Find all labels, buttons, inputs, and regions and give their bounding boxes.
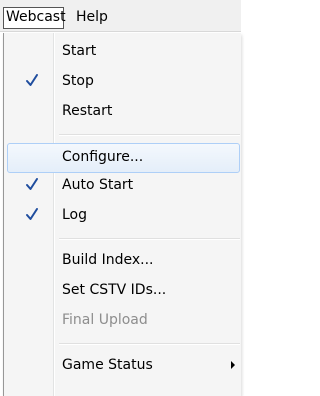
check-icon <box>26 74 38 86</box>
menu-item-auto-start[interactable]: Auto Start <box>7 171 240 201</box>
menu-item-label: Final Upload <box>62 312 148 328</box>
menu-item-label: Stop <box>62 73 94 89</box>
menu-help[interactable]: Help <box>72 7 112 29</box>
menu-item-label: Set CSTV IDs... <box>62 282 167 298</box>
check-icon <box>26 178 38 190</box>
menu-item-build-index[interactable]: Build Index... <box>7 246 240 276</box>
check-icon <box>26 208 38 220</box>
menu-item-label: Build Index... <box>62 252 154 268</box>
menu-separator <box>59 343 240 345</box>
menu-item-label: Start <box>62 43 97 59</box>
menu-item-label: Configure... <box>62 149 144 165</box>
menu-separator <box>59 134 240 136</box>
menu-item-label: Log <box>62 207 88 223</box>
menu-bar: Webcast Help <box>0 0 241 32</box>
menu-item-restart[interactable]: Restart <box>7 97 240 127</box>
menu-item-label: Auto Start <box>62 177 134 193</box>
menu-item-set-cstv-ids[interactable]: Set CSTV IDs... <box>7 276 240 306</box>
menu-separator <box>59 238 240 240</box>
menu-item-configure[interactable]: Configure... <box>7 143 240 173</box>
menu-item-game-status[interactable]: Game Status <box>7 351 240 381</box>
menu-item-log[interactable]: Log <box>7 201 240 231</box>
menu-item-label: Game Status <box>62 357 153 373</box>
menu-item-label: Restart <box>62 103 113 119</box>
menu-item-stop[interactable]: Stop <box>7 67 240 97</box>
submenu-arrow-icon <box>231 361 235 369</box>
menu-webcast[interactable]: Webcast <box>3 7 66 29</box>
menu-item-start[interactable]: Start <box>7 37 240 67</box>
menu-item-final-upload: Final Upload <box>7 306 240 336</box>
webcast-dropdown-menu: Start Stop Restart Configure... Auto Sta… <box>3 33 241 396</box>
